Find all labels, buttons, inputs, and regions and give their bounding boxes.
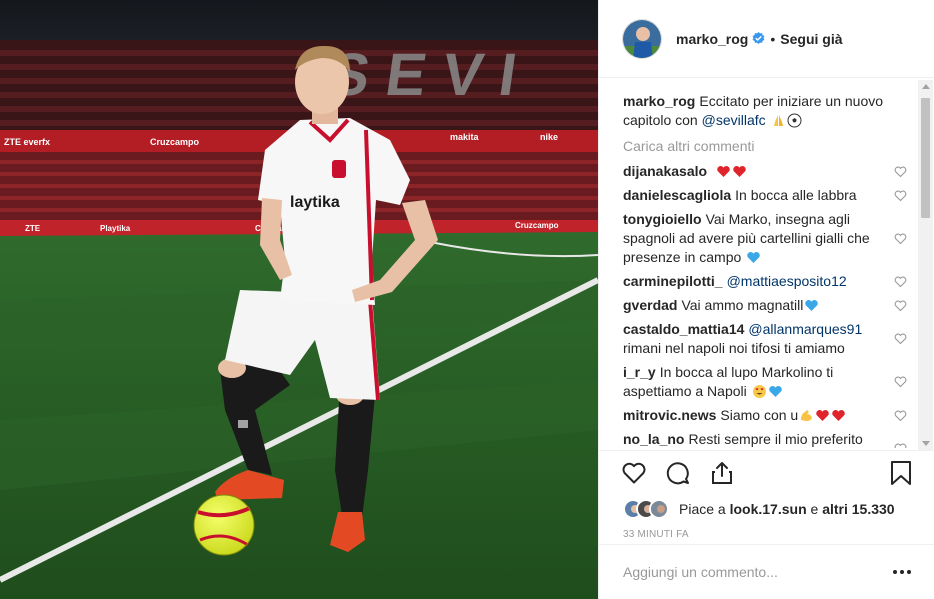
red-heart-emoji-icon [831,408,846,423]
like-comment-heart-icon[interactable] [894,409,907,422]
svg-text:ZTE: ZTE [25,224,41,233]
post-photo[interactable]: S E V I ZTE everfx Cruzcampo makita nike… [0,0,598,599]
load-more-comments-link[interactable]: Carica altri commenti [623,137,915,155]
comment-item: tonygioiello Vai Marko, insegna agli spag… [623,210,915,267]
flexed-biceps-emoji-icon [799,408,814,423]
svg-text:nike: nike [540,132,558,142]
action-bar [599,451,934,495]
blue-heart-emoji-icon [804,298,819,313]
like-comment-heart-icon[interactable] [894,442,907,448]
author-username[interactable]: marko_rog [676,31,748,47]
comment-username[interactable]: danielescagliola [623,187,731,203]
svg-text:laytika: laytika [290,194,340,211]
comment-username[interactable]: no_la_no [623,431,684,447]
like-comment-heart-icon[interactable] [894,299,907,312]
comment-item: i_r_y In bocca al lupo Markolino ti aspet… [623,363,915,401]
soccer-ball-emoji-icon [787,113,802,128]
caption-username[interactable]: marko_rog [623,93,695,109]
svg-text:ZTE everfx: ZTE everfx [4,137,50,147]
scroll-up-arrow-icon[interactable] [922,84,930,89]
heart-eyes-emoji-icon [752,384,767,399]
svg-text:Cruzcampo: Cruzcampo [515,221,559,230]
comment-username[interactable]: dijanakasalo [623,163,707,179]
like-heart-icon[interactable] [621,460,647,486]
red-heart-emoji-icon [732,164,747,179]
post-photo-image: S E V I ZTE everfx Cruzcampo makita nike… [0,0,598,599]
red-heart-emoji-icon [815,408,830,423]
liker-username[interactable]: look.17.sun [730,501,807,517]
add-comment-bar [599,544,934,599]
comments-list[interactable]: marko_rog Eccitato per iniziare un nuovo … [623,92,915,448]
verified-badge-icon [752,32,765,45]
blue-heart-emoji-icon [768,384,783,399]
add-comment-input[interactable] [623,564,893,580]
like-comment-heart-icon[interactable] [894,189,907,202]
blue-heart-emoji-icon [746,250,761,265]
liker-avatar [649,499,669,519]
comment-username[interactable]: carminepilotti_ [623,273,723,289]
like-comment-heart-icon[interactable] [894,375,907,388]
comment-item: no_la_noResti sempre il mio preferito pr… [623,430,915,448]
likes-text: Piace a look.17.sun e altri 15.330 [679,501,895,517]
comment-item: castaldo_mattia14 @allanmarques91 rimani n… [623,320,915,358]
comment-text: Siamo con u [720,407,799,423]
follow-button[interactable]: Segui già [780,31,842,47]
share-upload-icon[interactable] [709,460,735,486]
comment-bubble-icon[interactable] [665,460,691,486]
like-comment-heart-icon[interactable] [894,232,907,245]
save-bookmark-icon[interactable] [890,460,912,486]
comment-username[interactable]: i_r_y [623,364,656,380]
like-comment-heart-icon[interactable] [894,332,907,345]
comment-username[interactable]: tonygioiello [623,211,702,227]
svg-text:Cruzcampo: Cruzcampo [150,137,200,147]
red-heart-emoji-icon [716,164,731,179]
post-header: marko_rog • Segui già [599,0,934,78]
likes-others-link[interactable]: altri 15.330 [822,501,894,517]
scroll-down-arrow-icon[interactable] [922,441,930,446]
folded-hands-emoji-icon [771,113,786,128]
post-detail-panel: marko_rog • Segui già marko_rog Eccitato … [598,0,934,599]
post-caption: marko_rog Eccitato per iniziare un nuovo … [623,92,915,130]
comment-item: gverdad Vai ammo magnatill [623,296,915,315]
comment-username[interactable]: castaldo_mattia14 [623,321,744,337]
scrollbar-thumb[interactable] [921,98,930,218]
comment-mention[interactable]: @allanmarques91 [748,321,862,337]
like-comment-heart-icon[interactable] [894,275,907,288]
comment-item: carminepilotti_ @mattiaesposito12 [623,272,915,291]
more-options-icon[interactable] [893,569,911,575]
likes-middle: e [806,501,823,517]
comment-text: rimani nel napoli noi tifosi ti amiamo [623,340,845,356]
likes-prefix: Piace a [679,501,730,517]
comment-username[interactable]: gverdad [623,297,677,313]
comment-text: In bocca alle labbra [735,187,857,203]
svg-text:makita: makita [450,132,480,142]
comment-text: Vai ammo magnatill [681,297,804,313]
svg-text:Playtika: Playtika [100,224,131,233]
caption-mention[interactable]: @sevillafc [702,112,766,128]
comment-username[interactable]: mitrovic.news [623,407,716,423]
header-separator: • [770,30,776,47]
comment-item: mitrovic.news Siamo con u [623,406,915,425]
likes-summary: Piace a look.17.sun e altri 15.330 [599,495,934,523]
comments-scrollbar[interactable] [918,80,933,450]
like-comment-heart-icon[interactable] [894,165,907,178]
author-avatar[interactable] [622,18,662,59]
post-actions-section: Piace a look.17.sun e altri 15.330 33 MI… [599,450,934,599]
comment-item: dijanakasalo [623,162,915,181]
comment-item: danielescagliola In bocca alle labbra [623,186,915,205]
svg-text:S E V I: S E V I [325,40,521,108]
comment-mention[interactable]: @mattiaesposito12 [727,273,847,289]
post-timestamp[interactable]: 33 MINUTI FA [599,529,934,540]
